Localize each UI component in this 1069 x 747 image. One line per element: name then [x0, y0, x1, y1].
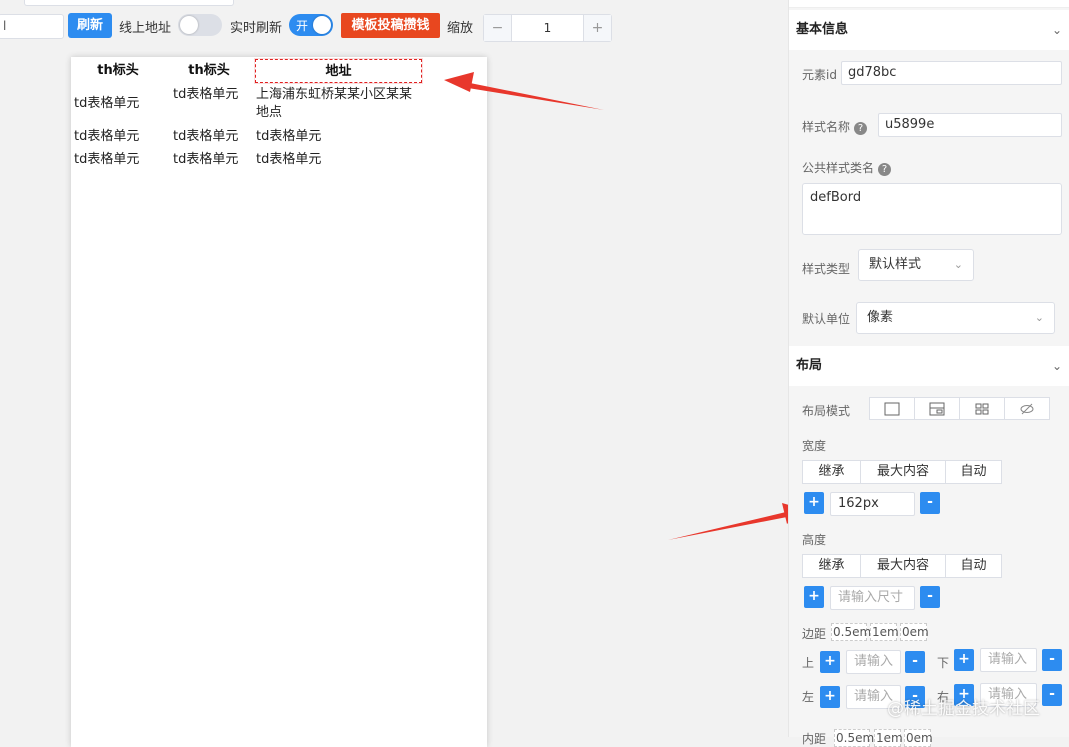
- section-title: 布局: [796, 358, 823, 373]
- section-title: 基本信息: [796, 22, 849, 37]
- margin-bottom-decrease-button[interactable]: -: [1042, 649, 1062, 671]
- height-decrease-button[interactable]: -: [920, 586, 940, 608]
- section-layout[interactable]: 布局 ⌄: [789, 346, 1069, 386]
- width-label: 宽度: [802, 439, 827, 453]
- layout-grid-icon[interactable]: [960, 398, 1005, 419]
- height-max-content-option[interactable]: 最大内容: [861, 555, 946, 577]
- width-max-content-option[interactable]: 最大内容: [861, 461, 946, 483]
- width-inherit-option[interactable]: 继承: [803, 461, 861, 483]
- default-unit-select[interactable]: 像素 ⌄: [856, 302, 1055, 334]
- margin-top-input[interactable]: 请输入: [846, 650, 901, 674]
- height-options: 继承 最大内容 自动: [802, 554, 1002, 578]
- layout-mode-label: 布局模式: [802, 404, 851, 418]
- layout-flex-icon[interactable]: [915, 398, 960, 419]
- margin-label: 边距: [802, 627, 827, 641]
- margin-top-decrease-button[interactable]: -: [905, 651, 925, 673]
- style-type-label: 样式类型: [802, 262, 851, 276]
- layout-mode-group: [869, 397, 1050, 420]
- public-class-textarea[interactable]: defBord: [802, 183, 1062, 235]
- style-name-label-text: 样式名称: [802, 120, 851, 134]
- margin-top-increase-button[interactable]: +: [820, 651, 840, 673]
- margin-top-label: 上: [802, 656, 815, 670]
- height-increase-button[interactable]: +: [804, 586, 824, 608]
- chevron-down-icon: ⌄: [1034, 311, 1044, 324]
- public-class-label-text: 公共样式类名: [802, 161, 875, 175]
- help-icon[interactable]: ?: [878, 163, 892, 176]
- element-id-input[interactable]: gd78bc: [841, 61, 1062, 85]
- margin-bottom-increase-button[interactable]: +: [954, 649, 974, 671]
- padding-label: 内距: [802, 732, 827, 746]
- height-auto-option[interactable]: 自动: [946, 555, 1001, 577]
- width-increase-button[interactable]: +: [804, 492, 824, 514]
- style-name-input[interactable]: u5899e: [878, 113, 1062, 137]
- margin-left-increase-button[interactable]: +: [820, 686, 840, 708]
- padding-preset[interactable]: 0em: [904, 729, 933, 747]
- default-unit-label: 默认单位: [802, 312, 851, 326]
- width-input[interactable]: 162px: [830, 492, 915, 516]
- margin-bottom-input[interactable]: 请输入: [980, 648, 1037, 672]
- chevron-down-icon: ⌄: [953, 258, 963, 271]
- height-label: 高度: [802, 533, 827, 547]
- chevron-down-icon[interactable]: ⌄: [1052, 10, 1062, 50]
- height-input[interactable]: 请输入尺寸: [830, 586, 915, 610]
- width-auto-option[interactable]: 自动: [946, 461, 1001, 483]
- margin-preset[interactable]: 1em: [870, 623, 899, 641]
- style-name-label: 样式名称?: [802, 118, 868, 135]
- margin-left-label: 左: [802, 690, 815, 704]
- section-basic-info[interactable]: 基本信息 ⌄: [789, 10, 1069, 50]
- layout-hidden-eye-icon[interactable]: [1005, 398, 1049, 419]
- margin-right-decrease-button[interactable]: -: [1042, 684, 1062, 706]
- width-options: 继承 最大内容 自动: [802, 460, 1002, 484]
- margin-preset[interactable]: 0.5em: [831, 623, 871, 641]
- chevron-down-icon[interactable]: ⌄: [1052, 346, 1062, 386]
- style-type-select[interactable]: 默认样式 ⌄: [858, 249, 974, 281]
- margin-preset[interactable]: 0em: [900, 623, 929, 641]
- padding-preset[interactable]: 0.5em: [834, 729, 874, 747]
- layout-block-icon[interactable]: [870, 398, 915, 419]
- properties-panel: 基本信息 ⌄ 元素id gd78bc 样式名称? u5899e 公共样式类名? …: [788, 0, 1069, 747]
- width-decrease-button[interactable]: -: [920, 492, 940, 514]
- watermark: @稀土掘金技术社区: [887, 699, 1040, 719]
- style-type-value: 默认样式: [869, 257, 922, 272]
- margin-bottom-label: 下: [937, 656, 950, 670]
- padding-preset[interactable]: 1em: [874, 729, 903, 747]
- default-unit-value: 像素: [867, 310, 894, 325]
- panel-top-strip: [789, 0, 1069, 8]
- arrow-to-width-plus: [668, 503, 803, 540]
- height-inherit-option[interactable]: 继承: [803, 555, 861, 577]
- help-icon[interactable]: ?: [854, 122, 868, 135]
- arrow-to-header: [444, 72, 604, 110]
- element-id-label: 元素id: [802, 68, 837, 82]
- public-class-label: 公共样式类名?: [802, 159, 892, 176]
